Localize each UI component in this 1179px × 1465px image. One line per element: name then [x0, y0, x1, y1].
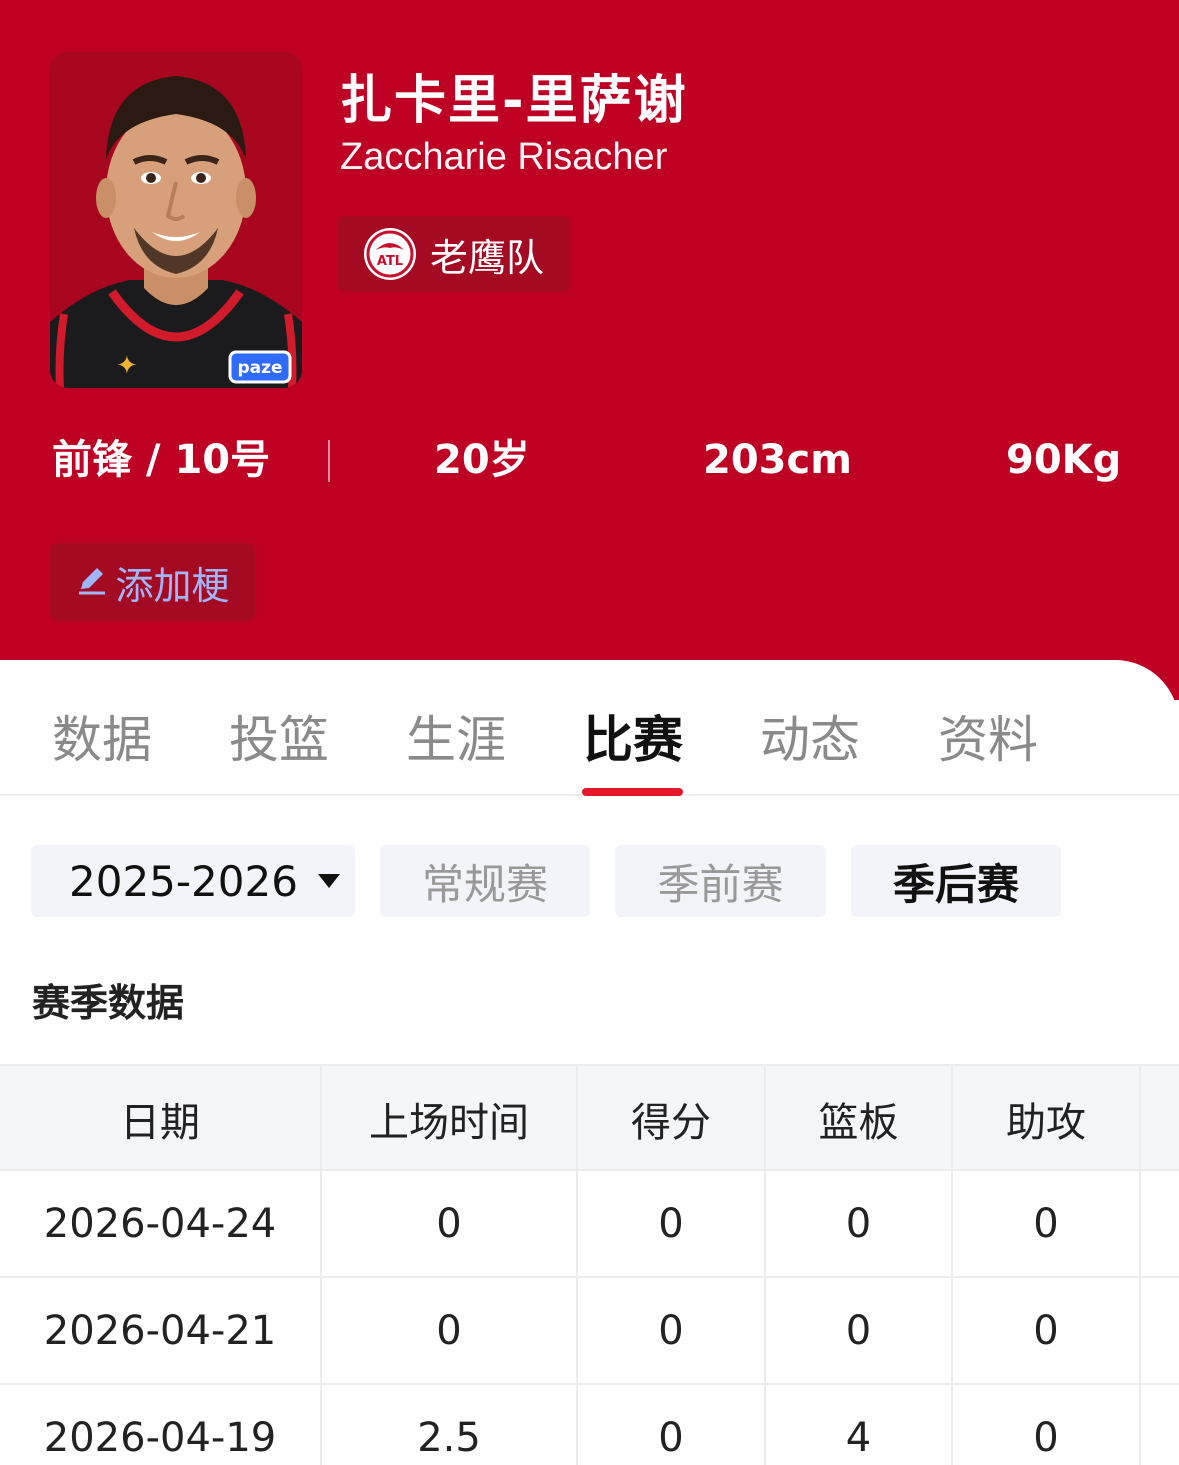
tab-bar: 数据 投篮 生涯 比赛 动态 资料 [0, 660, 1179, 796]
pencil-icon [75, 563, 109, 601]
column-header-more [1141, 1066, 1179, 1171]
cell-rebounds: 4 [766, 1385, 953, 1465]
cell-more [1141, 1171, 1179, 1276]
table-row[interactable]: 2026-04-21 0 0 0 0 [0, 1278, 1179, 1385]
filter-playoffs[interactable]: 季后赛 [851, 845, 1061, 917]
tab-stats[interactable]: 数据 [52, 700, 152, 772]
cell-date: 2026-04-24 [0, 1171, 322, 1276]
player-height: 203cm [703, 437, 852, 483]
cell-assists: 0 [953, 1385, 1141, 1465]
team-name: 老鹰队 [430, 235, 545, 280]
player-stats-row: 前锋 / 10号 20岁 203cm 90Kg [0, 430, 1179, 490]
add-meme-button[interactable]: 添加梗 [50, 543, 255, 621]
hawks-logo-icon: ATL [364, 228, 416, 280]
season-select[interactable]: 2025-2026 [31, 845, 355, 917]
active-tab-indicator [582, 788, 683, 796]
cell-assists: 0 [953, 1171, 1141, 1276]
cell-assists: 0 [953, 1278, 1141, 1383]
team-badge[interactable]: ATL 老鹰队 [338, 216, 570, 292]
cell-date: 2026-04-21 [0, 1278, 322, 1383]
position-number: 前锋 / 10号 [52, 437, 271, 483]
filter-regular-season[interactable]: 常规赛 [380, 845, 590, 917]
table-header-row: 日期 上场时间 得分 篮板 助攻 [0, 1064, 1179, 1171]
column-header-rebounds: 篮板 [766, 1066, 953, 1171]
cell-rebounds: 0 [766, 1171, 953, 1276]
cell-points: 0 [578, 1278, 766, 1383]
column-header-assists: 助攻 [953, 1066, 1141, 1171]
player-header: ✦ paze 扎卡里-里萨谢 Zaccharie Risacher ATL 老鹰… [0, 0, 1179, 700]
cell-points: 0 [578, 1171, 766, 1276]
jersey-sponsor: paze [237, 358, 282, 378]
cell-points: 0 [578, 1385, 766, 1465]
cell-rebounds: 0 [766, 1278, 953, 1383]
filter-preseason[interactable]: 季前赛 [615, 845, 826, 917]
tab-feed[interactable]: 动态 [760, 700, 860, 772]
column-header-minutes: 上场时间 [322, 1066, 578, 1171]
team-logo-text: ATL [377, 254, 403, 269]
column-header-points: 得分 [578, 1066, 766, 1171]
add-meme-label: 添加梗 [115, 563, 230, 608]
column-header-date: 日期 [0, 1066, 322, 1171]
tab-career[interactable]: 生涯 [406, 700, 506, 772]
tab-profile[interactable]: 资料 [938, 700, 1038, 772]
stats-divider [328, 440, 330, 482]
cell-date: 2026-04-19 [0, 1385, 322, 1465]
caret-down-icon [317, 874, 340, 888]
cell-minutes: 0 [322, 1278, 578, 1383]
game-filters: 2025-2026 常规赛 季前赛 季后赛 [0, 845, 1179, 917]
cell-more [1141, 1278, 1179, 1383]
tab-shooting[interactable]: 投篮 [229, 700, 329, 772]
season-value: 2025-2026 [69, 856, 298, 906]
player-avatar: ✦ paze [50, 52, 302, 388]
cell-minutes: 2.5 [322, 1385, 578, 1465]
cell-minutes: 0 [322, 1171, 578, 1276]
tab-games[interactable]: 比赛 [583, 700, 683, 772]
player-name-en: Zaccharie Risacher [340, 136, 668, 178]
cell-more [1141, 1385, 1179, 1465]
player-age: 20岁 [434, 437, 530, 483]
table-row[interactable]: 2026-04-24 0 0 0 0 [0, 1171, 1179, 1278]
player-weight: 90Kg [1006, 437, 1122, 483]
player-name-cn: 扎卡里-里萨谢 [340, 71, 688, 131]
section-title: 赛季数据 [32, 981, 185, 1025]
svg-text:✦: ✦ [116, 351, 138, 381]
game-log-table: 日期 上场时间 得分 篮板 助攻 2026-04-24 0 0 0 0 2026… [0, 1064, 1179, 1465]
table-row[interactable]: 2026-04-19 2.5 0 4 0 [0, 1385, 1179, 1465]
